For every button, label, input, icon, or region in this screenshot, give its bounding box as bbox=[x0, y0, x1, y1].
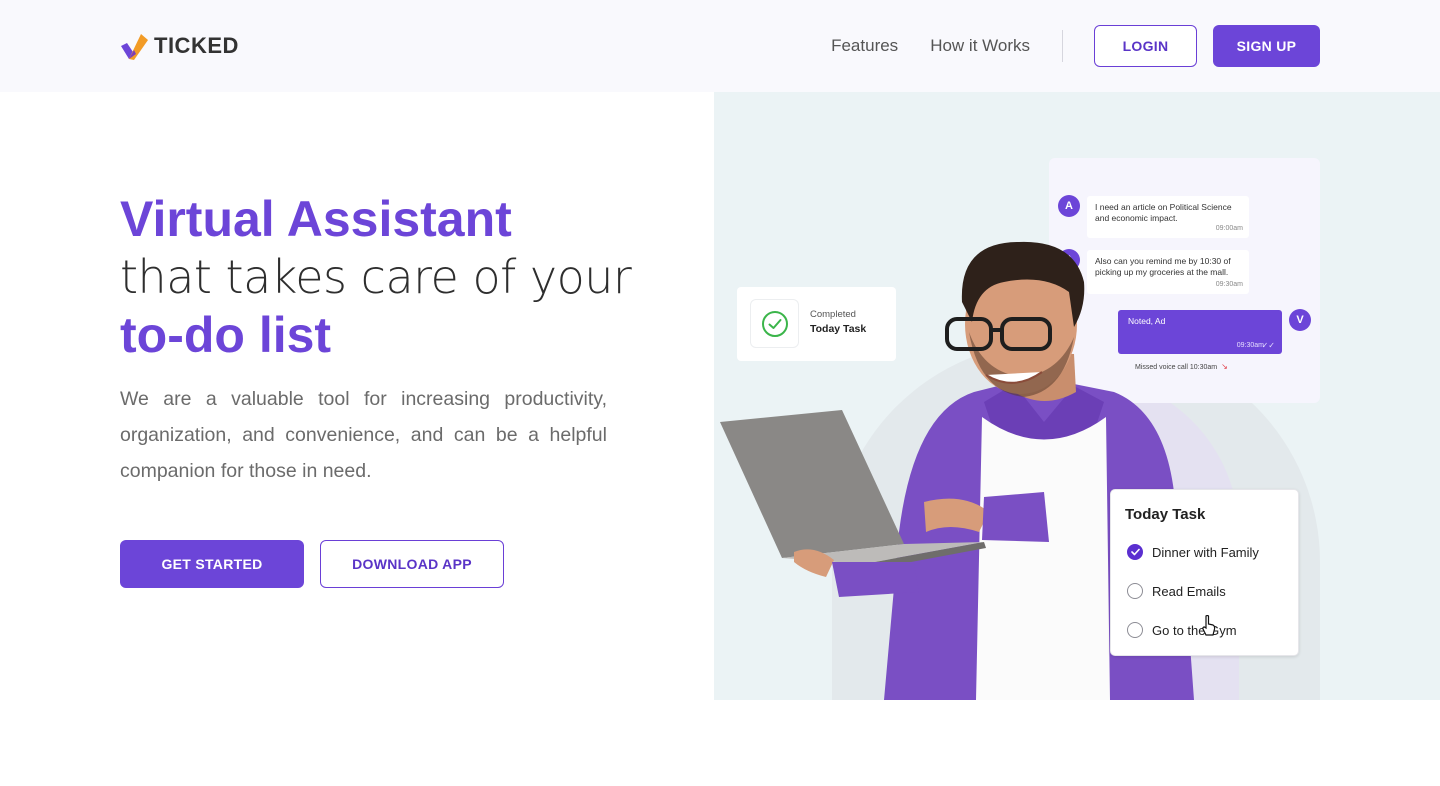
nav-links: Features How it Works bbox=[831, 36, 1030, 56]
today-task-title: Today Task bbox=[1125, 506, 1206, 523]
task-item-label: Read Emails bbox=[1152, 583, 1226, 599]
hero-description: We are a valuable tool for increasing pr… bbox=[120, 388, 607, 482]
nav-divider bbox=[1062, 30, 1063, 62]
hero-illustration: A I need an article on Political Science… bbox=[714, 92, 1440, 700]
hero-title: Virtual Assistant that takes care of you… bbox=[120, 190, 680, 364]
task-item-gym[interactable]: Go to the Gym bbox=[1127, 622, 1237, 638]
unchecked-icon[interactable] bbox=[1127, 622, 1143, 638]
login-button[interactable]: LOGIN bbox=[1094, 25, 1197, 67]
nav-link-features[interactable]: Features bbox=[831, 36, 898, 56]
hero-title-line-3: to-do list bbox=[120, 307, 332, 363]
hero-title-line-2: that takes care of your bbox=[120, 250, 632, 304]
brand-logo[interactable]: TICKED bbox=[120, 32, 239, 60]
brand-name: TICKED bbox=[154, 33, 239, 58]
person-with-laptop-image bbox=[720, 241, 1194, 700]
checked-icon[interactable] bbox=[1127, 544, 1143, 560]
hand-cursor-icon bbox=[1202, 615, 1216, 636]
task-item-label: Go to the Gym bbox=[1152, 622, 1237, 638]
signup-button[interactable]: SIGN UP bbox=[1213, 25, 1320, 67]
download-app-button[interactable]: DOWNLOAD APP bbox=[320, 540, 504, 588]
task-item-dinner[interactable]: Dinner with Family bbox=[1127, 544, 1259, 560]
get-started-button[interactable]: GET STARTED bbox=[120, 540, 304, 588]
nav-link-how-it-works[interactable]: How it Works bbox=[930, 36, 1030, 56]
top-nav: TICKED Features How it Works LOGIN SIGN … bbox=[0, 0, 1440, 92]
hero-title-line-1: Virtual Assistant bbox=[120, 191, 512, 247]
task-item-label: Dinner with Family bbox=[1152, 544, 1259, 560]
tick-logo-icon bbox=[121, 34, 148, 60]
unchecked-icon[interactable] bbox=[1127, 583, 1143, 599]
task-item-read-emails[interactable]: Read Emails bbox=[1127, 583, 1226, 599]
